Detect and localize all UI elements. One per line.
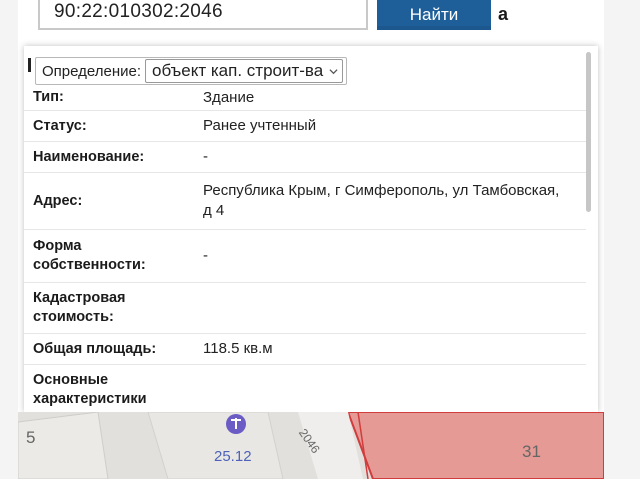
row-label-text: Кадастровая стоимость:	[33, 290, 126, 325]
table-row-area: Общая площадь: 118.5 кв.м	[24, 334, 586, 365]
map-label-left: 5	[26, 428, 36, 447]
row-label: Общая площадь:	[33, 340, 157, 357]
cadastral-search-input[interactable]: 90:22:010302:2046	[38, 0, 368, 30]
definition-select-value: объект кап. строит-ва	[152, 61, 324, 80]
info-table: Тип: Здание Статус: Ранее учтенный Наиме…	[24, 85, 586, 415]
search-suffix-text: а	[498, 4, 509, 24]
table-row-address: Адрес: Республика Крым, г Симферополь, у…	[24, 173, 586, 230]
map-view[interactable]: 5 25.12 2046 31	[18, 412, 604, 479]
row-value: Здание	[203, 88, 255, 106]
row-value: Республика Крым, г Симферополь, ул Тамбо…	[203, 182, 560, 219]
definition-marker	[28, 58, 31, 72]
row-label: Кадастровая стоимость:	[24, 289, 194, 327]
row-value: -	[203, 247, 208, 264]
table-row-cadastral-value: Кадастровая стоимость:	[24, 283, 586, 334]
row-label-text: Форма собственности:	[33, 238, 146, 273]
definition-row: Определение: объект кап. строит-ва	[35, 57, 348, 85]
definition-select[interactable]: объект кап. строит-ва	[145, 59, 344, 83]
row-value: -	[203, 148, 208, 165]
card-scrollbar[interactable]	[586, 52, 591, 212]
map-label-right: 31	[522, 442, 541, 461]
table-row-status: Статус: Ранее учтенный	[24, 111, 586, 142]
chevron-down-icon	[329, 68, 338, 74]
table-row-main-characteristics: Основные характеристики	[24, 365, 586, 415]
row-label: Наименование:	[33, 148, 145, 165]
row-value: Ранее учтенный	[203, 117, 317, 134]
table-row-name: Наименование: -	[24, 142, 586, 173]
row-label: Статус:	[33, 117, 87, 134]
row-label: Тип:	[33, 89, 64, 105]
table-row-type: Тип: Здание	[24, 85, 586, 111]
definition-label: Определение:	[42, 62, 142, 80]
row-label: Основные характеристики	[24, 371, 194, 409]
row-value: 118.5 кв.м	[203, 340, 273, 357]
row-label: Форма собственности:	[24, 237, 194, 275]
row-label: Адрес:	[33, 192, 83, 209]
search-button[interactable]: Найти	[377, 0, 491, 30]
map-label-date: 25.12	[214, 448, 252, 465]
table-row-ownership: Форма собственности: -	[24, 230, 586, 283]
row-label-text: Основные характеристики	[33, 372, 147, 407]
